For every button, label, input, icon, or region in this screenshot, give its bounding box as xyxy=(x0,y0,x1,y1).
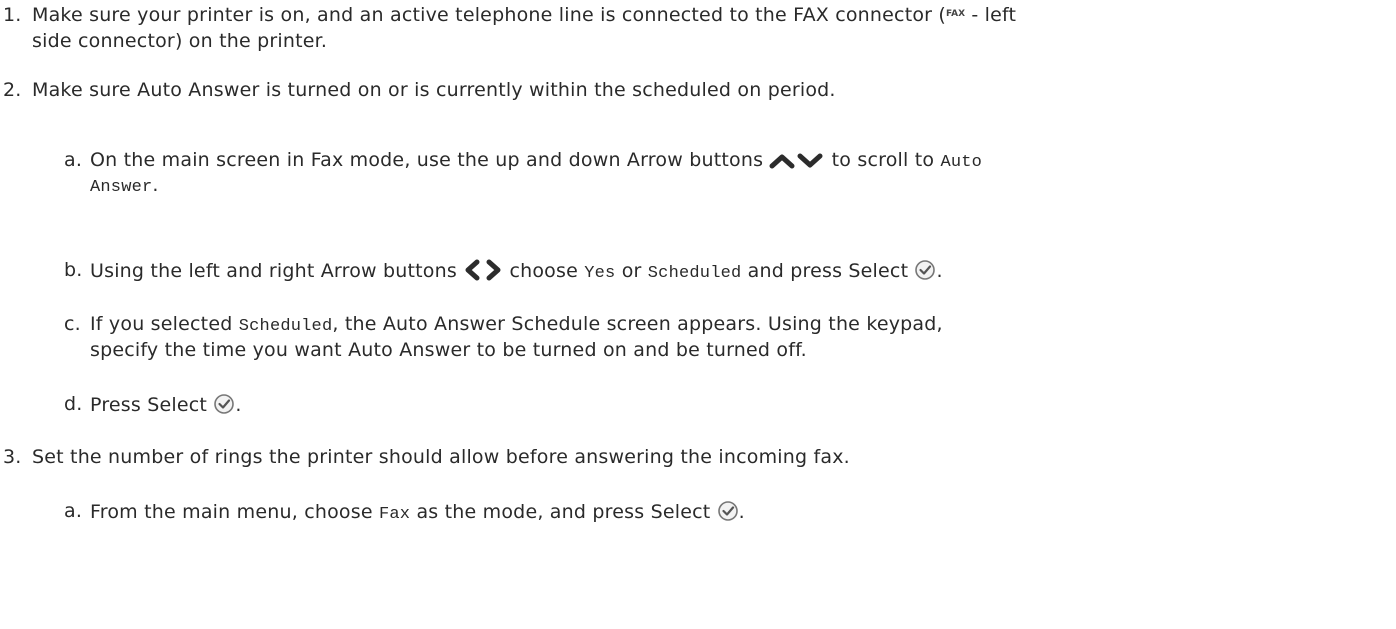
substep-2a-text: On the main screen in Fax mode, use the … xyxy=(90,149,982,172)
substep-letter: b. xyxy=(64,259,83,281)
code-scheduled: Scheduled xyxy=(647,264,742,283)
substep-text: , the Auto Answer Schedule screen appear… xyxy=(332,313,943,335)
substep-2b-text: Using the left and right Arrow buttons c… xyxy=(90,259,943,283)
substep-2d-text: Press Select . xyxy=(90,393,242,416)
substep-text: as the mode, and press Select xyxy=(410,501,717,523)
step-3-text: Set the number of rings the printer shou… xyxy=(32,446,850,468)
step-1-text-b: - left xyxy=(965,4,1017,26)
fax-connector-icon: FAX xyxy=(946,9,966,19)
substep-text: choose xyxy=(503,260,585,282)
substep-letter: a. xyxy=(64,149,83,171)
substep-text: and press Select xyxy=(741,260,915,282)
substep-2c-line2: specify the time you want Auto Answer to… xyxy=(90,339,807,361)
arrow-left-icon xyxy=(465,259,480,281)
step-number: 1. xyxy=(3,4,22,26)
code-auto-answer-part2: Answer xyxy=(90,178,153,197)
substep-letter: d. xyxy=(64,393,83,415)
punctuation: . xyxy=(235,394,242,416)
substep-text: to scroll to xyxy=(825,149,941,171)
select-check-icon xyxy=(915,260,936,280)
substep-text: From the main menu, choose xyxy=(90,501,379,523)
punctuation: . xyxy=(152,174,159,196)
substep-text: Using the left and right Arrow buttons xyxy=(90,260,464,282)
punctuation: . xyxy=(936,260,943,282)
substep-text: On the main screen in Fax mode, use the … xyxy=(90,149,770,171)
step-1-text: Make sure your printer is on, and an act… xyxy=(32,4,1016,26)
substep-2a-line2: Answer. xyxy=(90,174,159,197)
substep-letter: a. xyxy=(64,500,83,522)
arrow-right-icon xyxy=(486,259,501,281)
step-1-text-a: Make sure your printer is on, and an act… xyxy=(32,4,947,26)
select-check-icon xyxy=(214,394,235,414)
code-yes: Yes xyxy=(584,264,616,283)
code-fax: Fax xyxy=(378,505,411,524)
substep-text: If you selected xyxy=(90,313,239,335)
select-check-icon xyxy=(717,501,738,521)
step-number: 3. xyxy=(3,446,22,468)
code-auto-answer-part1: Auto xyxy=(940,153,983,172)
substep-letter: c. xyxy=(64,313,81,335)
arrow-up-icon xyxy=(769,154,795,169)
substep-text: Press Select xyxy=(90,394,214,416)
arrow-down-icon xyxy=(797,153,823,168)
substep-2c-text: If you selected Scheduled, the Auto Answ… xyxy=(90,313,943,336)
step-1-text-line2: side connector) on the printer. xyxy=(32,30,328,52)
step-2-text: Make sure Auto Answer is turned on or is… xyxy=(32,79,836,101)
substep-3a-text: From the main menu, choose Fax as the mo… xyxy=(90,500,745,524)
step-number: 2. xyxy=(3,79,22,101)
punctuation: . xyxy=(738,501,745,523)
code-scheduled: Scheduled xyxy=(238,317,333,336)
substep-text: or xyxy=(615,260,648,282)
